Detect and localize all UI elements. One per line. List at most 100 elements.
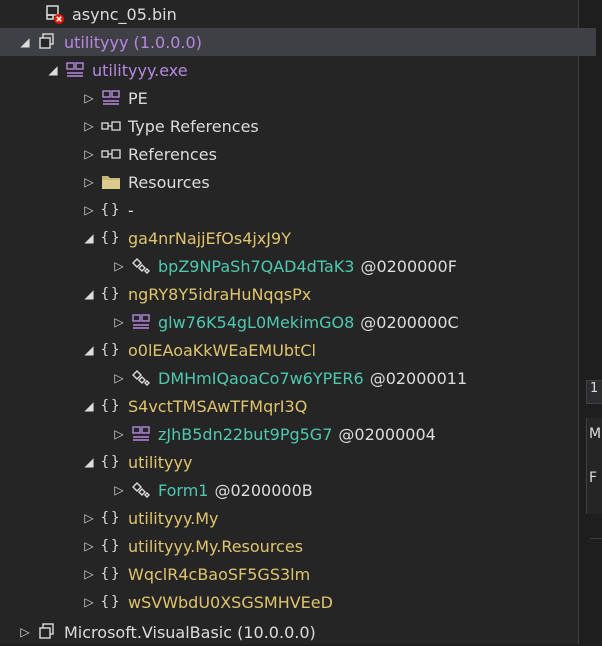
namespace-icon: {} <box>100 230 122 246</box>
tree-row-namespace-wqcl[interactable]: ▷ {} WqclR4cBaoSF5GS3lm <box>0 560 602 588</box>
tree-row-label: Microsoft.VisualBasic (10.0.0.0) <box>64 622 316 642</box>
side-tab[interactable]: 1 <box>586 380 602 404</box>
collapsed-arrow-icon[interactable]: ▷ <box>82 91 96 105</box>
tree-row-module-exe[interactable]: ◢ utilityyy.exe <box>0 56 602 84</box>
side-panel-line-1: M <box>589 426 602 442</box>
metadata-token: @0200000F <box>360 256 457 276</box>
namespace-icon: {} <box>100 398 122 414</box>
expanded-arrow-icon[interactable]: ◢ <box>82 343 96 357</box>
tree-row-label: async_05.bin <box>72 4 177 24</box>
namespace-icon: {} <box>100 342 122 358</box>
namespace-icon: {} <box>100 566 122 582</box>
collapsed-arrow-icon[interactable]: ▷ <box>112 259 126 273</box>
tree-row-resources[interactable]: ▷ Resources <box>0 168 602 196</box>
tree-row-label: Type References <box>128 116 259 136</box>
tree-row-label: - <box>128 200 134 220</box>
expanded-arrow-icon[interactable]: ◢ <box>82 399 96 413</box>
tree-row-namespace-o0le[interactable]: ◢ {} o0lEAoaKkWEaEMUbtCl <box>0 336 602 364</box>
tree-row-label: utilityyy.exe <box>92 60 188 80</box>
tree-row-label: utilityyy <box>128 452 193 472</box>
tree-row-namespace-wsvw[interactable]: ▷ {} wSVWbdU0XSGSMHVEeD <box>0 588 602 616</box>
module-icon <box>100 88 122 108</box>
expanded-arrow-icon[interactable]: ◢ <box>82 231 96 245</box>
tree-row-label: S4vctTMSAwTFMqrI3Q <box>128 396 308 416</box>
collapsed-arrow-icon[interactable]: ▷ <box>82 203 96 217</box>
tree-row-namespace-ga4nr[interactable]: ◢ {} ga4nrNajjEfOs4jxJ9Y <box>0 224 602 252</box>
tree-row-label: WqclR4cBaoSF5GS3lm <box>128 564 311 584</box>
tree-row-label: References <box>128 144 217 164</box>
collapsed-arrow-icon[interactable]: ▷ <box>112 315 126 329</box>
error-file-icon <box>44 4 66 24</box>
collapsed-arrow-icon[interactable]: ▷ <box>82 175 96 189</box>
collapsed-arrow-icon[interactable]: ▷ <box>112 371 126 385</box>
tree-row-utilityyy-assembly[interactable]: ◢ utilityyy (1.0.0.0) <box>0 28 596 56</box>
tree-row-label: ga4nrNajjEfOs4jxJ9Y <box>128 228 291 248</box>
tree-row-namespace-utilityyy[interactable]: ◢ {} utilityyy <box>0 448 602 476</box>
tree-row-class-bpz9[interactable]: ▷ bpZ9NPaSh7QAD4dTaK3 @0200000F <box>0 252 602 280</box>
class-icon <box>130 256 152 276</box>
tree-row-async-bin[interactable]: async_05.bin <box>0 0 602 28</box>
tree-row-namespace-my-resources[interactable]: ▷ {} utilityyy.My.Resources <box>0 532 602 560</box>
tree-row-label: zJhB5dn22but9Pg5G7 <box>158 424 333 444</box>
side-tab-text: 1 <box>590 381 599 396</box>
tree-row-label: DMHmIQaoaCo7w6YPER6 <box>158 368 364 388</box>
expanded-arrow-icon[interactable]: ◢ <box>18 35 32 49</box>
module-class-icon <box>130 424 152 444</box>
tree-row-label: wSVWbdU0XSGSMHVEeD <box>128 592 333 612</box>
tree-row-class-dmhm[interactable]: ▷ DMHmIQaoaCo7w6YPER6 @02000011 <box>0 364 602 392</box>
assembly-icon <box>36 32 58 52</box>
assembly-explorer-tree[interactable]: async_05.bin ◢ utilityyy (1.0.0.0) ◢ uti… <box>0 0 596 644</box>
expanded-arrow-icon[interactable]: ◢ <box>46 63 60 77</box>
collapsed-arrow-icon[interactable]: ▷ <box>82 511 96 525</box>
namespace-icon: {} <box>100 202 122 218</box>
collapsed-arrow-icon[interactable]: ▷ <box>82 567 96 581</box>
assembly-icon <box>36 622 58 642</box>
references-icon <box>100 144 122 164</box>
tree-row-label: o0lEAoaKkWEaEMUbtCl <box>128 340 316 360</box>
tree-row-microsoft-visualbasic[interactable]: ▷ Microsoft.VisualBasic (10.0.0.0) <box>0 618 596 646</box>
tree-row-references[interactable]: ▷ References <box>0 140 602 168</box>
expanded-arrow-icon[interactable]: ◢ <box>82 455 96 469</box>
tree-row-namespace-dash[interactable]: ▷ {} - <box>0 196 602 224</box>
tree-row-namespace-ngry[interactable]: ◢ {} ngRY8Y5idraHuNqqsPx <box>0 280 602 308</box>
collapsed-arrow-icon[interactable]: ▷ <box>82 595 96 609</box>
module-class-icon <box>130 312 152 332</box>
side-panel: M F <box>586 418 602 514</box>
tree-row-label: utilityyy (1.0.0.0) <box>64 32 202 52</box>
tree-row-class-glw76[interactable]: ▷ glw76K54gL0MekimGO8 @0200000C <box>0 308 602 336</box>
metadata-token: @0200000B <box>214 480 313 500</box>
collapsed-arrow-icon[interactable]: ▷ <box>18 625 32 639</box>
metadata-token: @0200000C <box>360 312 459 332</box>
collapsed-arrow-icon[interactable]: ▷ <box>82 539 96 553</box>
namespace-icon: {} <box>100 594 122 610</box>
tree-row-namespace-utilityyy-my[interactable]: ▷ {} utilityyy.My <box>0 504 602 532</box>
tree-row-label: bpZ9NPaSh7QAD4dTaK3 <box>158 256 355 276</box>
tree-row-pe[interactable]: ▷ PE <box>0 84 602 112</box>
tree-row-class-form1[interactable]: ▷ Form1 @0200000B <box>0 476 602 504</box>
tree-row-label: utilityyy.My.Resources <box>128 536 304 556</box>
class-icon <box>130 368 152 388</box>
namespace-icon: {} <box>100 286 122 302</box>
namespace-icon: {} <box>100 510 122 526</box>
expanded-arrow-icon[interactable]: ◢ <box>82 287 96 301</box>
module-icon <box>64 60 86 80</box>
tree-row-type-references[interactable]: ▷ Type References <box>0 112 602 140</box>
tree-row-label: ngRY8Y5idraHuNqqsPx <box>128 284 312 304</box>
tree-row-label: PE <box>128 88 148 108</box>
tree-row-label: Form1 <box>158 480 209 500</box>
collapsed-arrow-icon[interactable]: ▷ <box>82 119 96 133</box>
collapsed-arrow-icon[interactable]: ▷ <box>82 147 96 161</box>
metadata-token: @02000004 <box>338 424 436 444</box>
side-divider <box>590 538 602 539</box>
tree-row-label: utilityyy.My <box>128 508 219 528</box>
tree-row-label: Resources <box>128 172 210 192</box>
tree-row-class-zjhb[interactable]: ▷ zJhB5dn22but9Pg5G7 @02000004 <box>0 420 602 448</box>
references-icon <box>100 116 122 136</box>
collapsed-arrow-icon[interactable]: ▷ <box>112 427 126 441</box>
class-icon <box>130 480 152 500</box>
collapsed-arrow-icon[interactable]: ▷ <box>112 483 126 497</box>
side-panel-line-2: F <box>589 470 598 486</box>
tree-row-namespace-s4vc[interactable]: ◢ {} S4vctTMSAwTFMqrI3Q <box>0 392 602 420</box>
folder-icon <box>100 172 122 192</box>
namespace-icon: {} <box>100 454 122 470</box>
